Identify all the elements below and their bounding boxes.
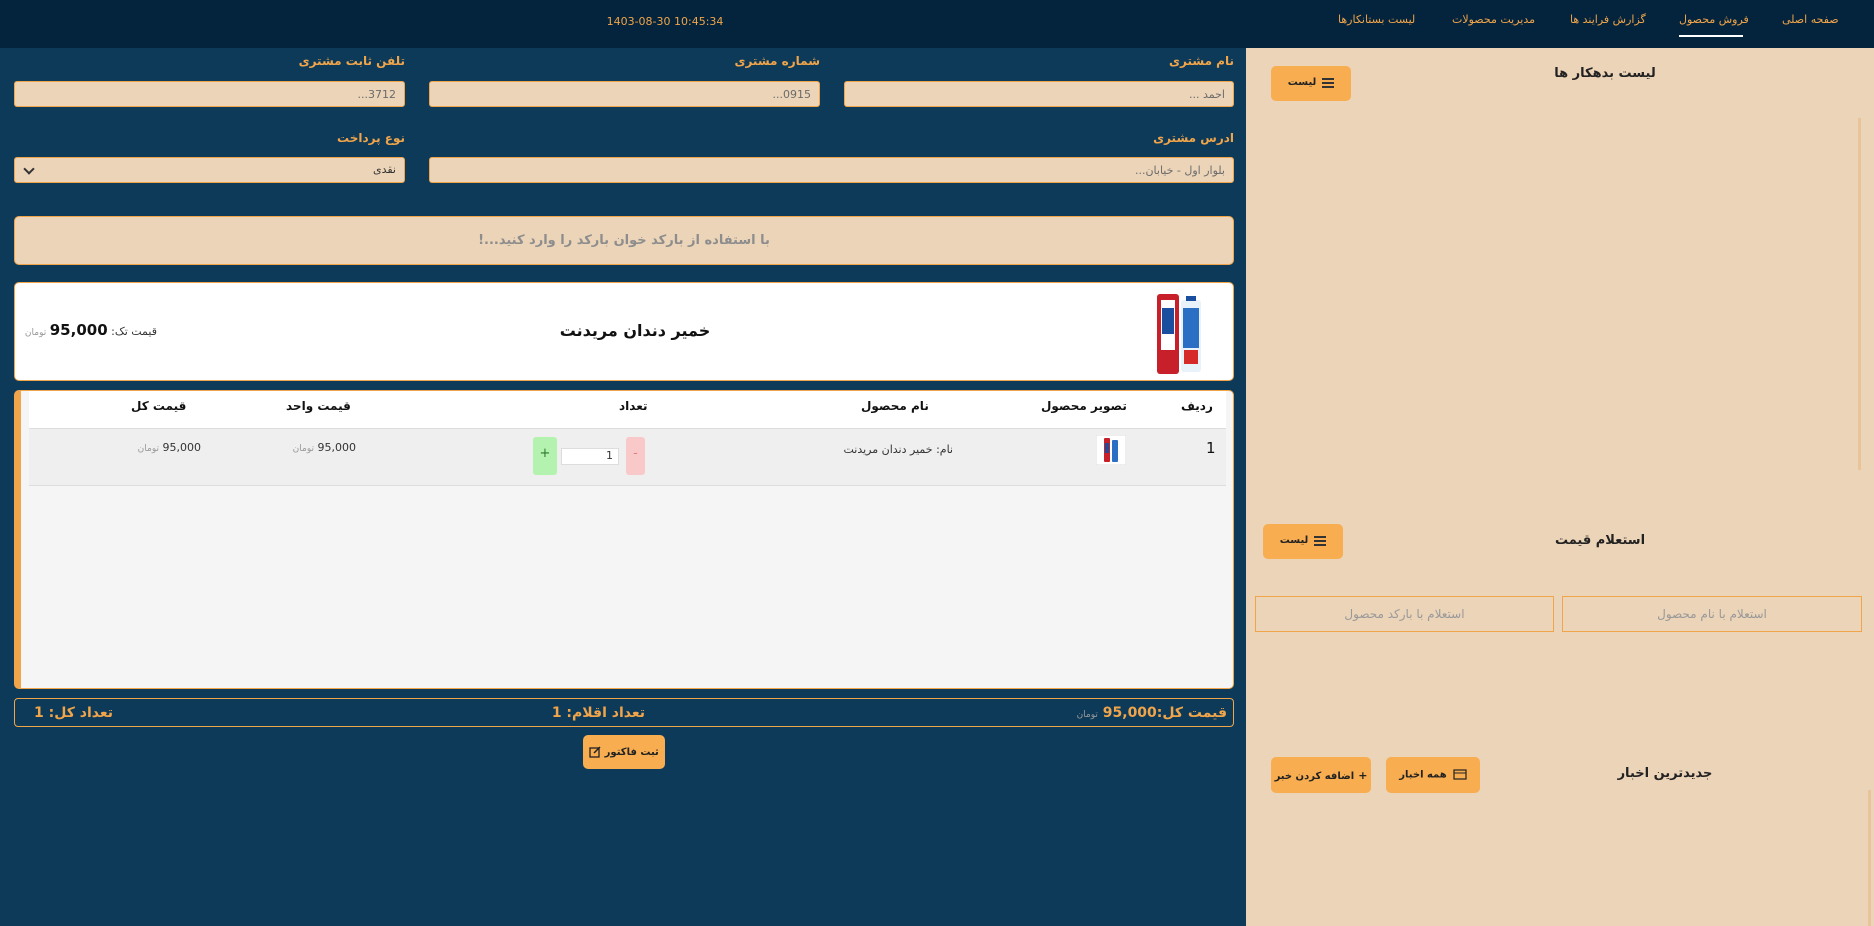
landline-input[interactable]	[14, 81, 405, 107]
header-total-price: قیمت کل	[131, 399, 187, 413]
debtors-scrollbar[interactable]	[1858, 118, 1861, 470]
product-name: خمیر دندان مریدنت	[559, 321, 711, 340]
nav-item-creditors-list[interactable]: لیست بستانکارها	[1338, 13, 1415, 26]
currency-label: تومان	[24, 328, 47, 338]
unit-price-value: 95,000	[49, 321, 108, 339]
debtors-list-title: لیست بدهکار ها	[1554, 66, 1656, 81]
side-panel	[1246, 48, 1874, 926]
price-inquiry-list-button[interactable]: لیست	[1263, 524, 1343, 559]
price-inquiry-list-label: لیست	[1279, 535, 1309, 546]
debtors-list-button-label: لیست	[1287, 77, 1317, 88]
customer-name-label: نام مشتری	[1169, 54, 1234, 68]
list-icon	[1322, 77, 1335, 88]
news-scrollbar[interactable]	[1868, 790, 1871, 926]
increase-qty-button[interactable]: +	[533, 437, 557, 475]
row-total-currency: تومان	[137, 444, 159, 454]
datetime-display: 1403-08-30 10:45:34	[606, 15, 724, 28]
summary-currency: تومان	[1076, 710, 1098, 720]
payment-type-value: نقدی	[372, 163, 396, 176]
add-news-button[interactable]: +اضافه کردن خبر	[1271, 757, 1371, 793]
row-name-prefix: نام:	[936, 443, 953, 456]
payment-type-select[interactable]: نقدی	[14, 157, 405, 183]
top-nav-bar: صفحه اصلی فروش محصول گزارش فرایند ها مدی…	[0, 0, 1874, 48]
row-unit-price-value: 95,000	[317, 441, 357, 454]
row-name-value: خمیر دندان مریدنت	[843, 443, 933, 456]
header-row-index: ردیف	[1181, 399, 1213, 413]
invoice-summary-bar: قیمت کل:95,000 تومان تعداد اقلام: 1 تعدا…	[14, 698, 1234, 727]
header-unit-price: قیمت واحد	[286, 399, 351, 413]
debtors-list-button[interactable]: لیست	[1271, 66, 1351, 101]
add-news-label: اضافه کردن خبر	[1274, 771, 1355, 782]
latest-news-title: جدیدترین اخبار	[1617, 766, 1713, 781]
inquiry-by-name-input[interactable]: استعلام با نام محصول	[1562, 596, 1862, 632]
inquiry-by-barcode-input[interactable]: استعلام با بارکد محصول	[1255, 596, 1554, 632]
customer-address-input[interactable]	[429, 157, 1234, 183]
list-icon	[1314, 535, 1327, 546]
summary-total-value: 95,000	[1102, 705, 1157, 721]
decrease-qty-button[interactable]: -	[626, 437, 645, 475]
chevron-down-icon	[23, 163, 35, 175]
quantity-input[interactable]: 1	[561, 448, 619, 465]
row-total-value: 95,000	[162, 441, 202, 454]
scanned-product-card: خمیر دندان مریدنت قیمت تک: 95,000 تومان	[14, 282, 1234, 381]
customer-number-label: شماره مشتری	[734, 54, 820, 68]
submit-invoice-label: ثبت فاکتور	[604, 747, 659, 758]
summary-total-price: قیمت کل:95,000 تومان	[1015, 705, 1227, 721]
nav-item-process-reports[interactable]: گزارش فرایند ها	[1570, 13, 1646, 26]
summary-total-count: تعداد کل: 1	[34, 705, 113, 721]
customer-number-input[interactable]	[429, 81, 820, 107]
submit-invoice-button[interactable]: ثبت فاکتور	[583, 735, 665, 769]
newspaper-icon	[1453, 769, 1467, 780]
price-inquiry-title: استعلام قیمت	[1554, 533, 1646, 548]
customer-name-input[interactable]	[844, 81, 1234, 107]
customer-address-label: ادرس مشتری	[1153, 131, 1234, 145]
header-quantity: تعداد	[619, 399, 648, 413]
unit-price-block: قیمت تک: 95,000 تومان	[21, 321, 157, 339]
barcode-input[interactable]: با استفاده از بارکد خوان بارکد را وارد ک…	[14, 216, 1234, 265]
nav-item-home[interactable]: صفحه اصلی	[1782, 13, 1839, 26]
row-total-price: 95,000 تومان	[71, 441, 201, 454]
nav-item-product-management[interactable]: مدیریت محصولات	[1452, 13, 1535, 26]
cart-table: ردیف تصویر محصول نام محصول تعداد قیمت وا…	[14, 390, 1234, 689]
landline-label: تلفن ثابت مشتری	[298, 54, 405, 68]
all-news-button[interactable]: همه اخبار	[1386, 757, 1480, 793]
unit-price-label: قیمت تک:	[111, 325, 157, 338]
row-product-name: نام: خمیر دندان مریدنت	[781, 443, 953, 456]
header-product-image: تصویر محصول	[1041, 399, 1127, 413]
summary-total-label: قیمت کل:	[1156, 705, 1227, 721]
toothpaste-image	[1157, 294, 1201, 374]
row-product-image	[1096, 435, 1126, 465]
row-index: 1	[1206, 439, 1216, 457]
row-unit-price-currency: تومان	[292, 444, 314, 454]
row-unit-price: 95,000 تومان	[226, 441, 356, 454]
payment-type-label: نوع پرداخت	[337, 131, 405, 145]
all-news-label: همه اخبار	[1399, 769, 1447, 781]
header-product-name: نام محصول	[861, 399, 929, 413]
nav-item-product-sales[interactable]: فروش محصول	[1679, 13, 1749, 26]
active-tab-indicator	[1679, 35, 1743, 37]
edit-icon	[589, 746, 601, 758]
plus-icon: +	[1358, 769, 1368, 782]
summary-items-count: تعداد اقلام: 1	[551, 705, 645, 721]
